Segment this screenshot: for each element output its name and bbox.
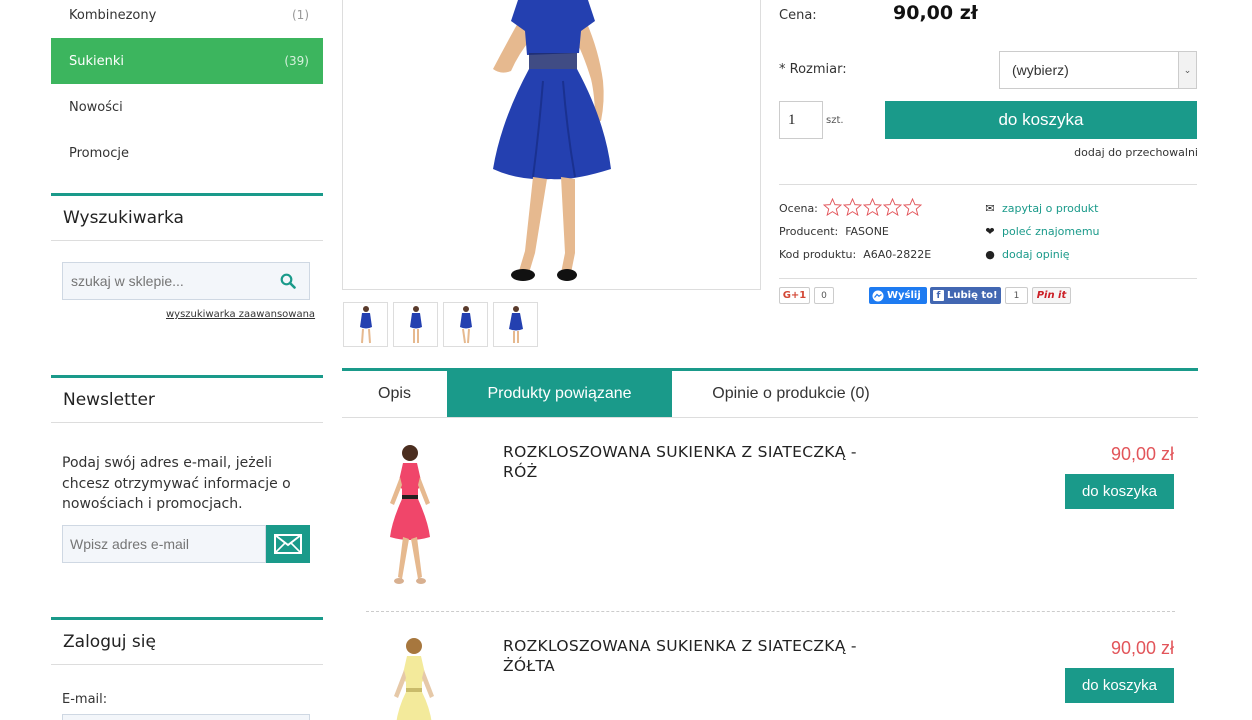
pinterest-button[interactable]: Pin it — [1032, 287, 1071, 304]
advanced-search-link[interactable]: wyszukiwarka zaawansowana — [166, 309, 315, 320]
product-photo — [493, 0, 611, 281]
search-button[interactable] — [267, 263, 309, 299]
size-select[interactable]: (wybierz) ⌄ — [999, 51, 1197, 89]
product-main-image[interactable] — [342, 0, 761, 290]
category-promocje[interactable]: Promocje — [51, 130, 323, 176]
related-product-image[interactable] — [360, 441, 460, 589]
category-nowosci[interactable]: Nowości — [51, 84, 323, 130]
newsletter-description: Podaj swój adres e-mail, jeżeli chcesz o… — [62, 455, 291, 512]
rating-label: Ocena: — [779, 202, 818, 215]
facebook-like-count: 1 — [1005, 287, 1028, 304]
product-thumbnail[interactable] — [393, 302, 438, 347]
divider — [779, 278, 1197, 279]
heart-icon: ❤ — [985, 225, 995, 238]
thumbnail-image — [508, 305, 523, 343]
product-code-row: Kod produktu: A6A0-2822E — [779, 248, 931, 261]
category-label: Kombinezony — [69, 7, 157, 23]
related-product-price: 90,00 zł — [1110, 638, 1174, 658]
newsletter-email-input[interactable] — [62, 525, 266, 563]
tab-related-products[interactable]: Produkty powiązane — [447, 371, 672, 417]
divider — [779, 184, 1197, 185]
category-label: Promocje — [69, 145, 129, 161]
thumbnail-image — [359, 305, 372, 343]
ask-about-product-label: zapytaj o produkt — [1002, 202, 1099, 215]
related-product-price: 90,00 zł — [1110, 444, 1174, 464]
producer-label: Producent: — [779, 225, 839, 238]
envelope-icon — [274, 534, 302, 554]
facebook-like-label: Lubię to! — [947, 290, 998, 301]
google-plus-button[interactable]: G+1 — [779, 287, 810, 304]
facebook-icon: f — [933, 290, 944, 301]
add-to-cart-button[interactable]: do koszyka — [885, 101, 1197, 139]
related-add-to-cart-button[interactable]: do koszyka — [1065, 474, 1174, 509]
related-divider — [366, 611, 1175, 612]
size-label: * Rozmiar: — [779, 62, 847, 77]
search-input[interactable] — [63, 263, 267, 299]
login-email-input[interactable] — [62, 714, 310, 720]
star-icon — [903, 198, 922, 216]
search-icon — [280, 273, 296, 289]
tabs-bottom-border — [342, 417, 1198, 418]
star-icon — [863, 198, 882, 216]
facebook-like-button[interactable]: f Lubię to! — [930, 287, 1001, 304]
ask-about-product-link[interactable]: ✉ zapytaj o produkt — [984, 202, 1098, 215]
related-product-photo — [394, 638, 434, 720]
thumbnail-image — [409, 305, 422, 343]
product-code-value: A6A0-2822E — [863, 248, 932, 261]
tab-description[interactable]: Opis — [342, 371, 447, 417]
messenger-icon — [872, 290, 884, 301]
newsletter-title: Newsletter — [51, 375, 323, 423]
category-label: Sukienki — [69, 53, 125, 69]
price-label: Cena: — [779, 8, 817, 23]
product-thumbnail[interactable] — [443, 302, 488, 347]
envelope-icon: ✉ — [985, 202, 995, 215]
login-title: Zaloguj się — [51, 617, 323, 665]
star-icon — [883, 198, 902, 216]
add-review-link[interactable]: ● dodaj opinię — [984, 248, 1070, 261]
product-code-label: Kod produktu: — [779, 248, 857, 261]
producer-row: Producent: FASONE — [779, 225, 889, 238]
related-product-image[interactable] — [364, 634, 464, 720]
search-box-title: Wyszukiwarka — [51, 193, 323, 241]
tab-reviews[interactable]: Opinie o produkcie (0) — [672, 371, 910, 417]
newsletter-submit-button[interactable] — [266, 525, 310, 563]
product-thumbnail[interactable] — [493, 302, 538, 347]
related-product-title[interactable]: ROZKLOSZOWANA SUKIENKA Z SIATECZKĄ - ŻÓŁ… — [503, 636, 883, 676]
quantity-unit: szt. — [826, 115, 844, 126]
related-product-photo — [390, 445, 430, 584]
messenger-label: Wyślij — [887, 290, 921, 301]
star-icon — [823, 198, 842, 216]
size-selected-value: (wybierz) — [1012, 62, 1069, 78]
recommend-label: poleć znajomemu — [1002, 225, 1100, 238]
category-count: (1) — [292, 8, 309, 22]
chevron-down-icon: ⌄ — [1178, 52, 1196, 88]
add-to-storage-link[interactable]: dodaj do przechowalni — [1074, 146, 1198, 159]
google-plus-count: 0 — [814, 287, 834, 304]
recommend-link[interactable]: ❤ poleć znajomemu — [984, 225, 1100, 238]
add-review-label: dodaj opinię — [1002, 248, 1070, 261]
thumbnail-image — [459, 305, 472, 343]
product-price: 90,00 zł — [893, 2, 978, 24]
related-product-title[interactable]: ROZKLOSZOWANA SUKIENKA Z SIATECZKĄ - RÓŻ — [503, 442, 883, 482]
category-kombinezony[interactable]: Kombinezony (1) — [51, 0, 323, 38]
category-sukienki[interactable]: Sukienki (39) — [51, 38, 323, 84]
related-add-to-cart-button[interactable]: do koszyka — [1065, 668, 1174, 703]
product-thumbnail[interactable] — [343, 302, 388, 347]
category-label: Nowości — [69, 99, 123, 115]
search-form — [62, 262, 310, 300]
quantity-input[interactable] — [779, 101, 823, 139]
login-email-label: E-mail: — [62, 692, 108, 707]
messenger-send-button[interactable]: Wyślij — [869, 287, 927, 304]
producer-value: FASONE — [845, 225, 889, 238]
comments-icon: ● — [985, 248, 995, 261]
category-count: (39) — [284, 54, 309, 68]
rating-stars[interactable] — [823, 198, 922, 216]
star-icon — [843, 198, 862, 216]
